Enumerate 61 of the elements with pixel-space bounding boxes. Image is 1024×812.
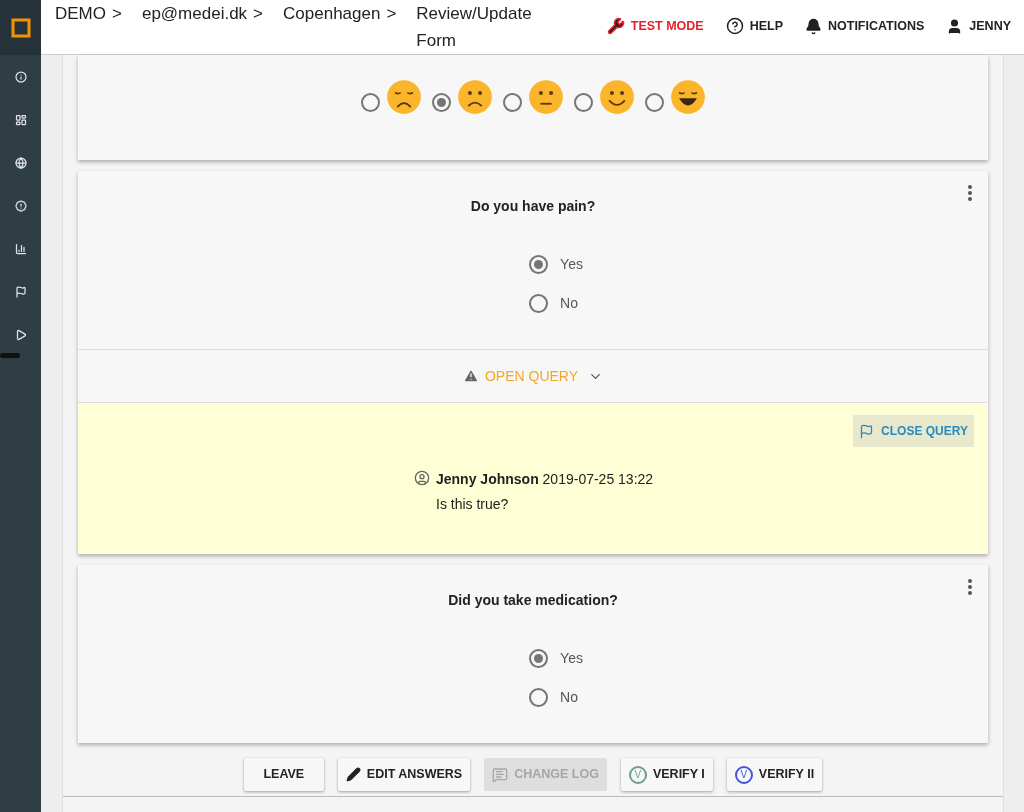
radio-button[interactable] [431,92,451,112]
bell-icon [805,17,822,35]
breadcrumb-link[interactable]: Review/Update Form [416,0,547,54]
radio-button[interactable] [529,688,549,707]
action-button[interactable]: LEAVE [243,758,324,791]
verify-badge: V [734,765,753,784]
more-menu-button[interactable] [968,579,972,595]
more-icon [968,579,972,595]
header-action-button[interactable]: NOTIFICATIONS [798,8,932,44]
dashboard-icon[interactable] [14,114,27,126]
option-label: No [560,688,578,707]
frowning-face-icon [456,79,493,115]
breadcrumb-link[interactable]: DEMO [55,0,106,27]
wrench-icon [606,17,625,35]
pencil-icon [345,767,361,782]
radio-button[interactable] [573,92,593,112]
option-label: Yes [560,255,583,274]
weary-face-icon [385,79,422,115]
info-icon[interactable] [14,71,27,83]
radio-button[interactable] [360,92,380,112]
option-label: No [560,294,578,313]
query-message: Is this true? [436,495,510,514]
question-title: Did you take medication? [448,591,618,610]
action-button[interactable]: EDIT ANSWERS [337,758,471,791]
header-action-button[interactable]: TEST MODE [599,8,711,44]
author-name: Jenny Johnson [436,471,539,487]
bar-chart-icon[interactable] [14,243,27,255]
radio-button[interactable] [529,255,549,274]
message-icon [492,766,509,783]
question-title: Do you have pain? [470,197,596,216]
flag-icon [859,423,875,439]
help-icon [725,17,744,35]
timestamp: 2019-07-25 13:22 [542,471,654,487]
alert-badge-icon[interactable] [14,200,27,212]
radio-button[interactable] [529,649,549,668]
breadcrumb-link[interactable]: Copenhagen [283,0,381,27]
verify-badge: V [628,765,647,784]
flag-icon[interactable] [14,286,27,298]
scroll-indicator [0,353,20,358]
radio-button[interactable] [644,92,664,112]
logo-icon [10,17,31,38]
breadcrumb-separator: > [112,3,122,25]
action-button[interactable]: V VERIFY I [620,758,713,791]
radio-button[interactable] [529,294,549,313]
action-button[interactable]: V VERIFY II [726,758,823,791]
smiling-face-icon [598,79,635,115]
breadcrumb-link[interactable]: ep@medei.dk [141,0,248,27]
neutral-face-icon [527,79,564,115]
header-action-button[interactable]: HELP [718,8,790,44]
user-avatar-icon [414,470,430,486]
header-action-button[interactable]: JENNY [939,8,1018,44]
breadcrumb-separator: > [386,3,397,25]
more-menu-button[interactable] [968,185,972,201]
option-label: Yes [560,649,583,668]
grinning-face-icon [669,79,706,115]
globe-icon[interactable] [14,157,27,169]
breadcrumb-separator: > [253,3,264,25]
play-icon[interactable] [14,329,27,341]
warning-icon [462,368,479,384]
more-icon [968,185,972,201]
radio-button[interactable] [502,92,522,112]
